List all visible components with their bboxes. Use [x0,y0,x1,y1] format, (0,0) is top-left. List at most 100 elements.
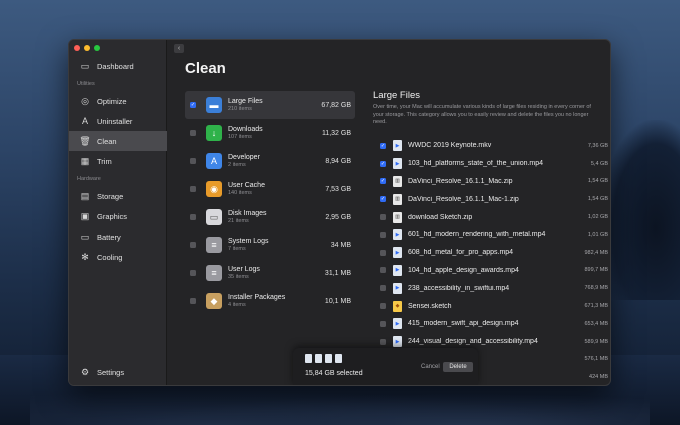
sidebar-item-cooling[interactable]: ✻ Cooling [69,247,167,267]
category-name: Downloads [228,126,263,133]
category-checkbox[interactable] [190,214,196,220]
sidebar-item-settings[interactable]: ⚙ Settings [69,362,167,382]
file-name: Sensei.sketch [408,302,452,310]
file-size: 1,01 GB [587,231,608,238]
file-row[interactable]: ▶ 238_accessibility_in_swiftui.mp4 768,9 M… [373,279,610,297]
file-row[interactable]: ✓ ▥ DaVinci_Resolve_16.1.1_Mac-1.zip 1,54 G… [373,190,610,208]
category-checkbox[interactable] [190,186,196,192]
detail-header: Large Files Over time, your Mac will acc… [373,90,608,127]
category-row[interactable]: ▭ Disk Images 21 items 2,95 GB [185,203,355,231]
category-row[interactable]: ◉ User Cache 140 items 7,53 GB [185,175,355,203]
file-row[interactable]: ▶ 104_hd_apple_design_awards.mp4 899,7 MB [373,262,610,280]
category-checkbox[interactable] [190,158,196,164]
selected-files-icons [305,354,342,363]
file-checkbox[interactable] [380,320,386,327]
category-row[interactable]: ≡ User Logs 35 items 31,1 MB [185,259,355,287]
category-checkbox[interactable] [190,270,196,276]
file-checkbox[interactable] [380,303,386,310]
video-file-icon: ▶ [393,247,402,259]
category-name: Disk Images [228,210,267,217]
file-size: 1,54 GB [587,196,608,203]
file-icon [315,354,322,363]
file-checkbox[interactable] [380,285,386,292]
file-size: 671,3 MB [584,303,608,310]
sidebar-item-storage[interactable]: ▤ Storage [69,186,167,206]
file-checkbox[interactable]: ✓ [380,160,386,167]
file-checkbox[interactable]: ✓ [380,196,386,203]
category-checkbox[interactable] [190,298,196,304]
category-checkbox[interactable] [190,242,196,248]
category-icon: ≡ [206,265,222,281]
file-row[interactable]: ▥ download Sketch.zip 1,02 GB [373,208,610,226]
category-checkbox[interactable] [190,130,196,136]
video-file-icon: ▶ [393,229,402,241]
category-count: 21 items [228,218,249,224]
category-icon: ↓ [206,125,222,141]
category-icon: ▭ [206,209,222,225]
sidebar-item-optimize[interactable]: ◎ Optimize [69,91,167,111]
zip-file-icon: ▥ [393,211,402,223]
sidebar-item-label: Uninstaller [97,116,133,126]
sidebar-item-trim[interactable]: ▦ Trim [69,151,167,171]
file-checkbox[interactable] [380,338,386,345]
file-row[interactable]: ✓ ▶ 103_hd_platforms_state_of_the_union.mp… [373,155,610,173]
optimize-icon: ◎ [81,95,89,106]
wallpaper-rocks [30,385,650,425]
sidebar-item-label: Graphics [97,211,128,221]
file-size: 653,4 MB [584,320,608,327]
file-row[interactable]: ✓ ▶ WWDC 2019 Keynote.mkv 7,36 GB [373,137,610,155]
category-row[interactable]: A Developer 2 items 8,94 GB [185,147,355,175]
sidebar-item-label: Settings [97,367,125,377]
category-row[interactable]: ↓ Downloads 107 items 11,32 GB [185,119,355,147]
sidebar: ▭ Dashboard Utilities ◎ Optimize A Unins… [69,40,167,385]
file-row[interactable]: ▶ 608_hd_metal_for_pro_apps.mp4 982,4 MB [373,244,610,262]
file-row[interactable]: ▶ 601_hd_modern_rendering_with_metal.mp4 1… [373,226,610,244]
file-row[interactable]: ◆ Sensei.sketch 671,3 MB [373,297,610,315]
file-row[interactable]: ▶ 415_modern_swift_api_design.mp4 653,4 MB [373,315,610,333]
category-count: 35 items [228,274,249,280]
category-text: Developer 2 items [228,154,325,168]
file-checkbox[interactable] [380,267,386,274]
sidebar-item-label: Cooling [97,252,123,262]
close-window-button[interactable] [74,45,80,51]
file-checkbox[interactable] [380,214,386,221]
file-name: 104_hd_apple_design_awards.mp4 [408,266,519,274]
category-icon: A [206,153,222,169]
trim-icon: ▦ [80,155,90,166]
category-row[interactable]: ✓ ▬ Large Files 210 items 67,82 GB [185,91,355,119]
file-row[interactable]: ✓ ▥ DaVinci_Resolve_16.1.1_Mac.zip 1,54 GB [373,173,610,191]
sidebar-item-label: Trim [97,156,112,166]
file-checkbox[interactable]: ✓ [380,142,386,149]
category-name: Large Files [228,98,263,105]
category-row[interactable]: ≡ System Logs 7 items 34 MB [185,231,355,259]
file-name: DaVinci_Resolve_16.1.1_Mac.zip [408,177,513,185]
file-checkbox[interactable] [380,249,386,256]
minimize-window-button[interactable] [84,45,90,51]
back-button[interactable]: ‹ [174,44,184,53]
category-icon: ▬ [206,97,222,113]
selection-bar: 15,84 GB selected Cancel Delete [293,348,478,385]
page-title: Clean [185,60,226,77]
wallpaper-island [600,120,680,300]
sidebar-item-label: Storage [97,191,124,201]
file-icon [305,354,312,363]
file-size: 1,02 GB [587,214,608,221]
sidebar-item-dashboard[interactable]: ▭ Dashboard [69,56,167,76]
graphics-icon: ▣ [80,210,90,221]
file-icon [325,354,332,363]
file-checkbox[interactable]: ✓ [380,178,386,185]
cancel-button[interactable]: Cancel [421,364,440,370]
category-checkbox[interactable]: ✓ [190,102,196,108]
zoom-window-button[interactable] [94,45,100,51]
category-row[interactable]: ◆ Installer Packages 4 items 10,1 MB [185,287,355,315]
sidebar-item-uninstaller[interactable]: A Uninstaller [69,111,167,131]
sidebar-item-label: Battery [97,232,121,242]
file-checkbox[interactable] [380,231,386,238]
sidebar-item-clean[interactable]: 🗑 Clean [69,131,167,151]
category-name: Installer Packages [228,294,286,301]
category-size: 11,32 GB [321,129,351,137]
sidebar-item-battery[interactable]: ▭ Battery [69,227,167,247]
delete-button[interactable]: Delete [443,362,473,372]
file-size: 7,36 GB [587,142,608,149]
sidebar-item-graphics[interactable]: ▣ Graphics [69,206,167,226]
